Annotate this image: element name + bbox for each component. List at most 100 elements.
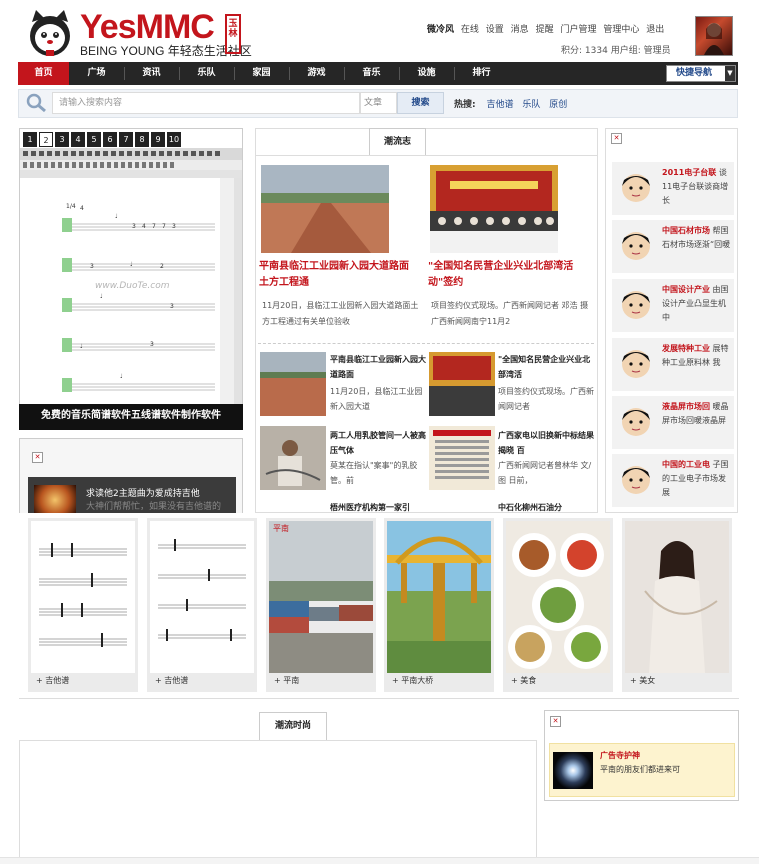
gallery-item-2[interactable]: + 吉他谱: [147, 518, 257, 692]
gallery-label-2[interactable]: + 吉他谱: [155, 674, 188, 688]
bridge-photo: [387, 521, 491, 673]
list-title-1[interactable]: 平南县临江工业园新入园大道路面: [330, 352, 426, 382]
featured-title-1[interactable]: 平南县临江工业园新入园大道路面土方工程通: [259, 259, 417, 291]
hot-tag-original[interactable]: 原创: [549, 100, 567, 110]
right-card-2[interactable]: 中国石材市场 帮国石材市场逐渐“回暖: [612, 220, 734, 273]
left-ad-title[interactable]: 求读他2主题曲为爱成持吉他: [86, 486, 200, 499]
right-card-6[interactable]: 中国的工业电 子国的工业电子市场发展: [612, 454, 734, 507]
main-nav: 首页 广场 资讯 乐队 家园 游戏 音乐 设施 排行: [18, 62, 738, 85]
slider-page-6[interactable]: 6: [103, 132, 117, 147]
usergroup-text[interactable]: 用户组: 管理员: [611, 46, 671, 56]
promo-thumbnail[interactable]: [553, 752, 593, 789]
default-avatar-icon: [618, 346, 654, 384]
right-card-4-title: 发展特种工业: [662, 344, 710, 353]
promo-title[interactable]: 广告寺护神: [600, 750, 640, 761]
slider-page-4[interactable]: 4: [71, 132, 85, 147]
svg-text:♩: ♩: [80, 343, 83, 350]
tab-trends[interactable]: 潮流志: [369, 128, 426, 155]
nav-band[interactable]: 乐队: [181, 62, 232, 85]
svg-text:1/4: 1/4: [66, 203, 76, 210]
svg-text:3: 3: [132, 223, 136, 230]
hot-tag-guitar[interactable]: 吉他谱: [486, 100, 513, 110]
right-card-1[interactable]: 2011电子台联 谈11电子台联谈商增长: [612, 162, 734, 215]
gallery-label-1[interactable]: + 吉他谱: [36, 674, 69, 688]
nav-square[interactable]: 广场: [71, 62, 122, 85]
avatar[interactable]: [695, 16, 733, 56]
tab-trend-fashion[interactable]: 潮流时尚: [259, 712, 327, 740]
default-avatar-icon: [618, 404, 654, 442]
nav-home-space[interactable]: 家园: [236, 62, 287, 85]
list-title-6[interactable]: 中石化柳州石油分: [498, 500, 594, 513]
left-ad-thumbnail[interactable]: [34, 485, 76, 515]
search-input[interactable]: 请输入搜索内容: [52, 92, 360, 114]
list-title-4[interactable]: 广西家电以旧换新中标结果揭晓 百: [498, 428, 594, 458]
slider-page-9[interactable]: 9: [151, 132, 165, 147]
gallery-item-5[interactable]: + 美食: [503, 518, 613, 692]
nav-news[interactable]: 资讯: [126, 62, 177, 85]
gallery-label-3[interactable]: + 平南: [274, 674, 299, 688]
online-status[interactable]: 在线: [461, 25, 479, 35]
quick-nav-button[interactable]: 快捷导航 ▼: [666, 65, 736, 82]
svg-text:2: 2: [160, 263, 164, 270]
logo-cat-icon[interactable]: [26, 8, 74, 58]
gallery-item-3[interactable]: 平南 + 平南: [266, 518, 376, 692]
right-card-5[interactable]: 液晶屏市场回 暖晶屏市场回暖液晶屏: [612, 396, 734, 449]
svg-text:♩: ♩: [100, 293, 103, 300]
messages-link[interactable]: 消息: [511, 25, 529, 35]
list-title-3[interactable]: 两工人用乳胶管间一人被高压气体: [330, 428, 426, 458]
logo-text[interactable]: YesMMC: [80, 10, 215, 44]
svg-text:7: 7: [162, 223, 166, 230]
gallery-item-4[interactable]: + 平南大桥: [384, 518, 494, 692]
slider-page-1[interactable]: 1: [23, 132, 37, 147]
nav-games[interactable]: 游戏: [291, 62, 342, 85]
slider-page-2[interactable]: 2: [39, 132, 53, 147]
reminders-link[interactable]: 提醒: [536, 25, 554, 35]
points-text[interactable]: 积分: 1334: [561, 46, 608, 56]
slider-page-7[interactable]: 7: [119, 132, 133, 147]
svg-text:3: 3: [90, 263, 94, 270]
featured-photo-road[interactable]: [261, 165, 389, 253]
nav-facilities[interactable]: 设施: [401, 62, 452, 85]
gallery-label-5[interactable]: + 美食: [511, 674, 536, 688]
hot-tag-band[interactable]: 乐队: [522, 100, 540, 110]
gallery-item-1[interactable]: + 吉他谱: [28, 518, 138, 692]
slider-page-5[interactable]: 5: [87, 132, 101, 147]
slider-page-3[interactable]: 3: [55, 132, 69, 147]
slider-image[interactable]: 1/4 4 ♩ 3 4 7 7 3 3 ♩ 2 ♩ 3 ♩ 3 ♩ www.DuoTe.com: [20, 148, 242, 405]
svg-text:4: 4: [142, 223, 146, 230]
nav-ranking[interactable]: 排行: [456, 62, 507, 85]
settings-link[interactable]: 设置: [486, 25, 504, 35]
admin-center-link[interactable]: 管理中心: [603, 25, 639, 35]
broken-image-icon: ✕: [550, 716, 561, 727]
featured-desc-2: 项目签约仪式现场。广西新闻网记者 邓浩 摄 广西新闻网南宁11月2: [431, 301, 589, 326]
search-button[interactable]: 搜索: [397, 92, 444, 114]
slider-caption[interactable]: 免费的音乐简谱软件五线谱软件制作软件: [19, 404, 243, 430]
right-card-3[interactable]: 中国设计产业 由国设计产业凸显生机 中: [612, 279, 734, 332]
containers-photo: 平南: [269, 521, 373, 673]
right-card-4[interactable]: 发展特种工业 展特种工业原料林 我: [612, 338, 734, 391]
list-title-5[interactable]: 梧州医疗机构第一家引: [330, 500, 426, 513]
photo-tag: 平南: [273, 523, 289, 533]
svg-text:3: 3: [170, 303, 174, 310]
featured-title-2[interactable]: "全国知名民营企业兴业北部湾活动"签约: [428, 259, 586, 291]
portal-admin-link[interactable]: 门户管理: [560, 25, 596, 35]
gallery-item-6[interactable]: + 美女: [622, 518, 732, 692]
list-photo-3[interactable]: [260, 426, 326, 490]
gallery-label-4[interactable]: + 平南大桥: [392, 674, 433, 688]
slider-page-10[interactable]: 10: [167, 132, 181, 147]
nav-music[interactable]: 音乐: [346, 62, 397, 85]
slider-page-8[interactable]: 8: [135, 132, 149, 147]
gallery-label-6[interactable]: + 美女: [630, 674, 655, 688]
svg-text:♩: ♩: [120, 373, 123, 380]
list-title-2[interactable]: "全国知名民营企业兴业北部湾活: [498, 352, 594, 382]
nav-home[interactable]: 首页: [18, 62, 69, 85]
logo-badge: 玉林: [225, 14, 241, 54]
featured-photo-conference[interactable]: [430, 165, 558, 253]
username-link[interactable]: 微冷风: [427, 25, 454, 35]
right-card-3-title: 中国设计产业: [662, 285, 710, 294]
list-photo-1[interactable]: [260, 352, 326, 416]
list-photo-4[interactable]: [429, 426, 495, 490]
list-photo-2[interactable]: [429, 352, 495, 416]
logout-link[interactable]: 退出: [646, 25, 664, 35]
search-type-select[interactable]: 文章: [360, 92, 397, 114]
